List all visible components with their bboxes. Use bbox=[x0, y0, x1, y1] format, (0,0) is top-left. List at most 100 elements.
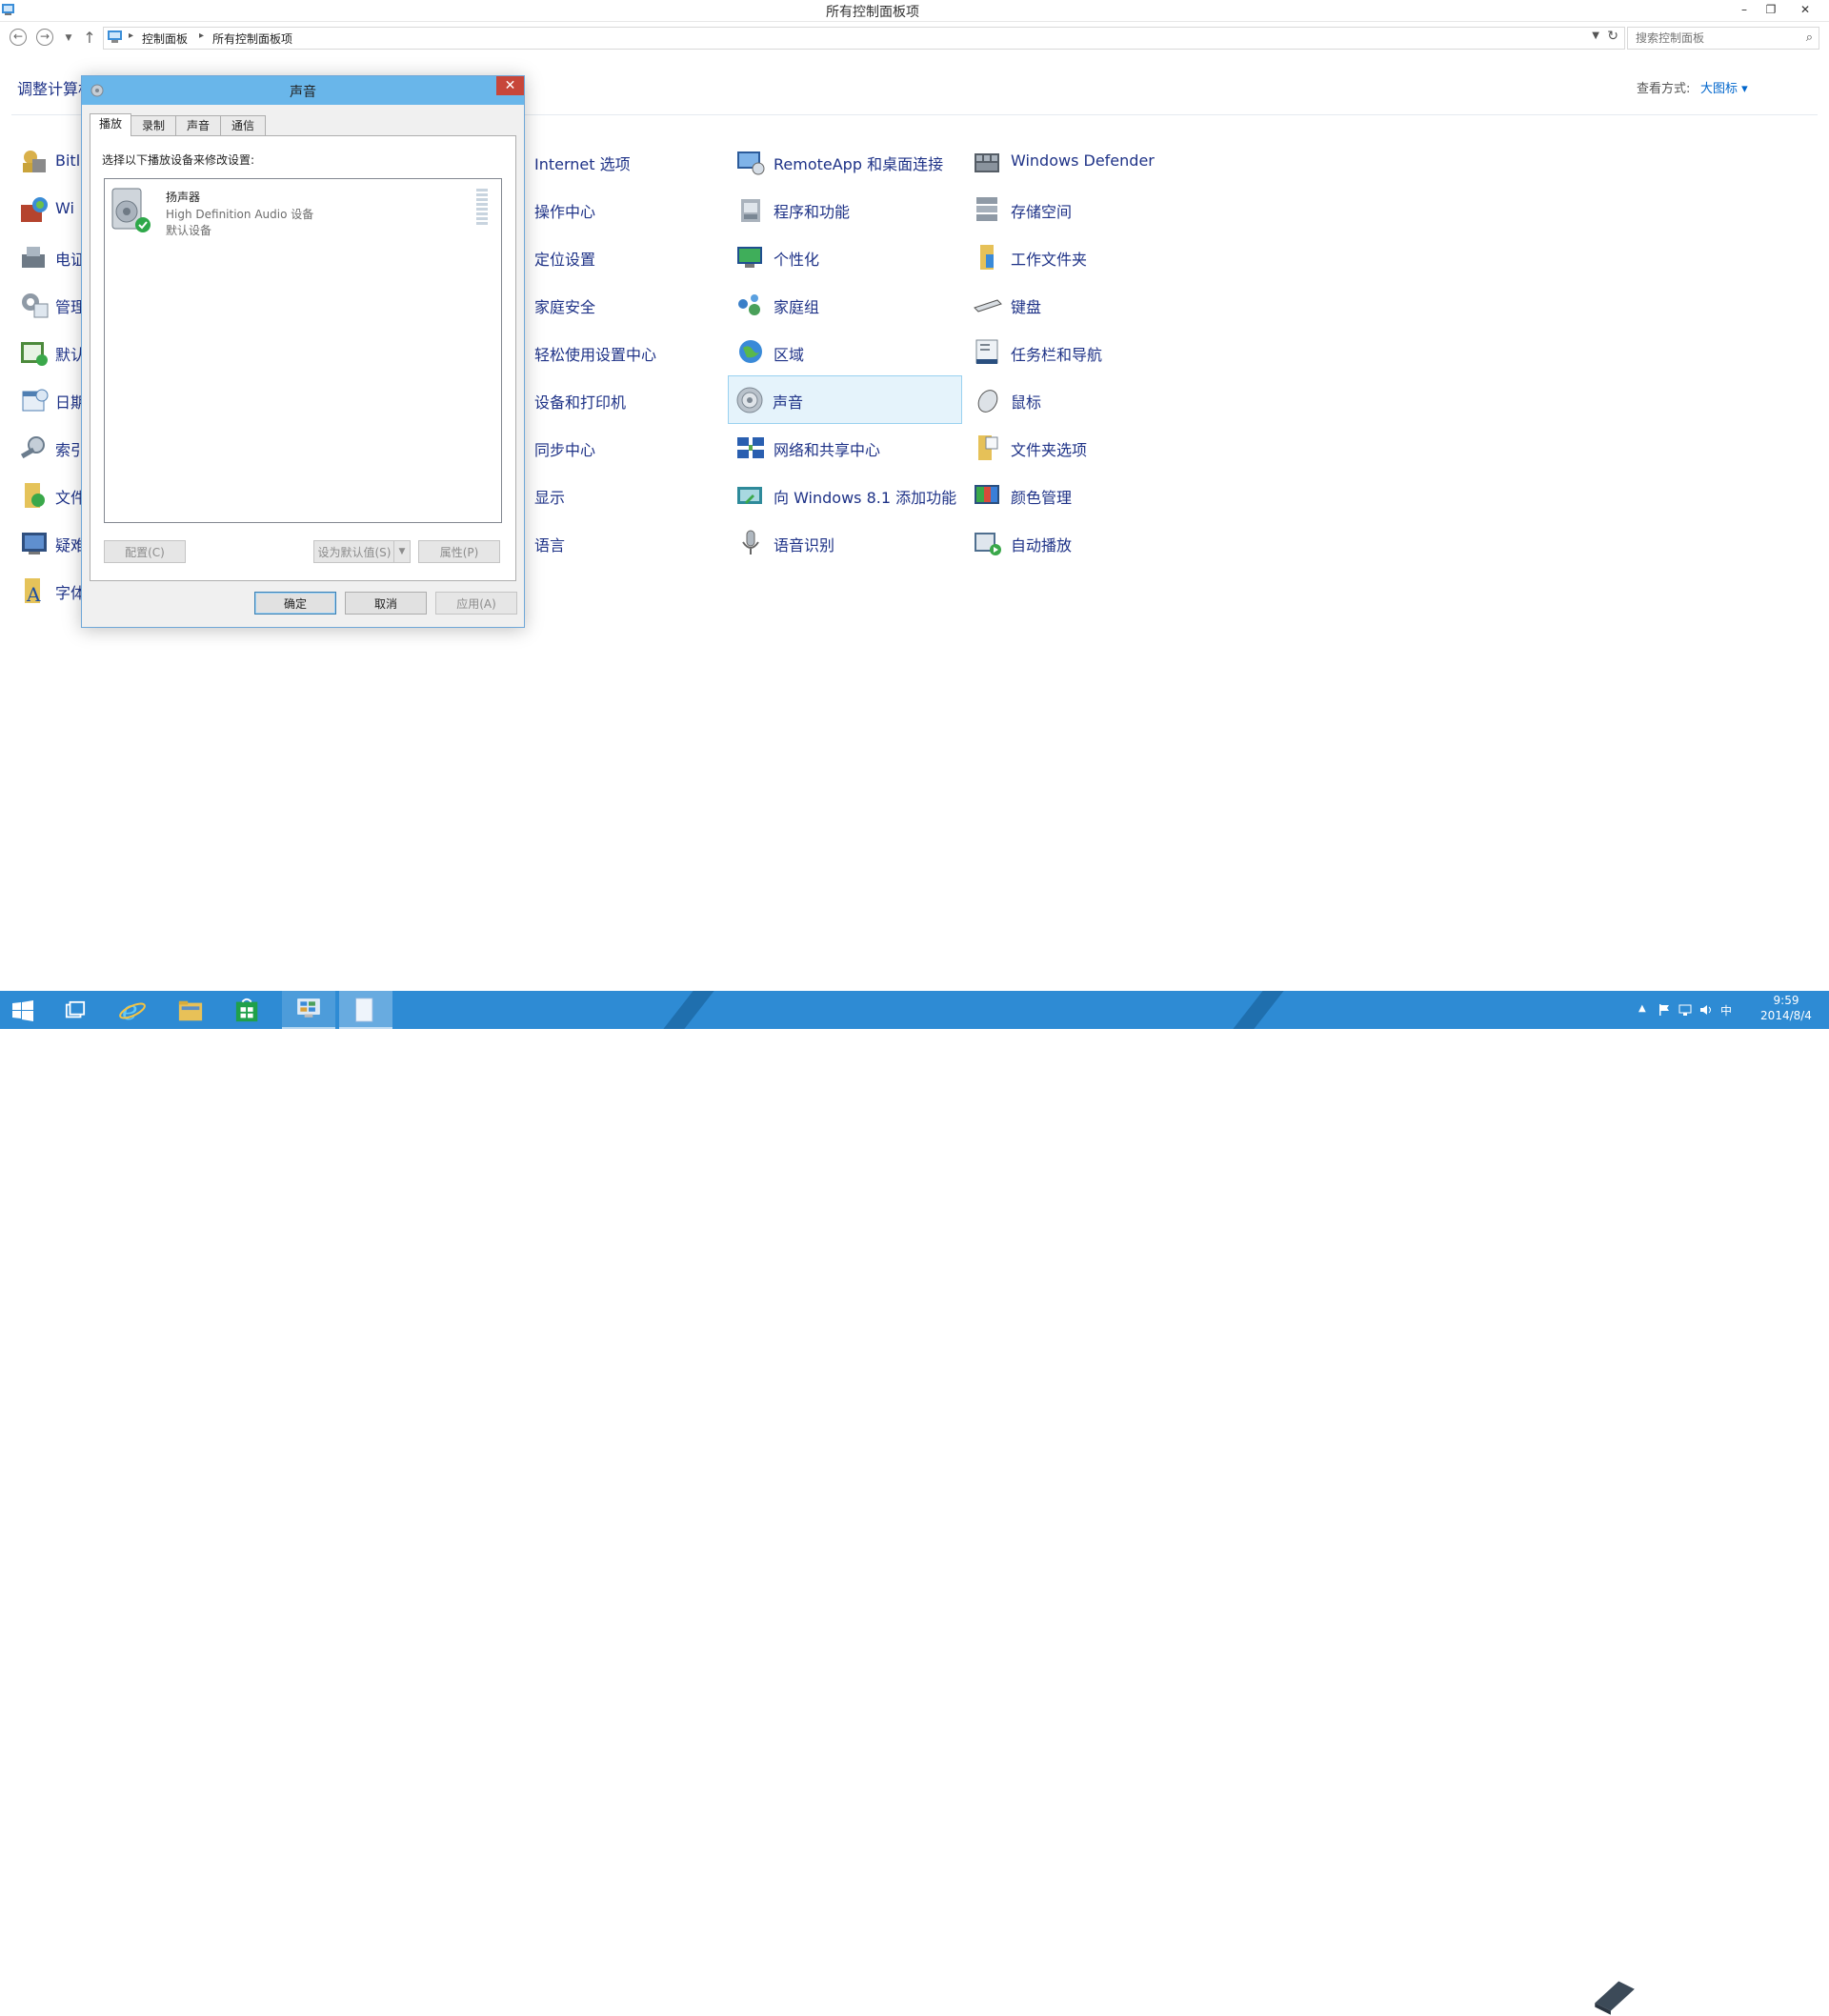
up-button[interactable]: ↑ bbox=[80, 29, 99, 48]
dialog-title-bar[interactable]: 声音 ✕ bbox=[82, 76, 524, 105]
flag-icon[interactable] bbox=[1658, 1003, 1671, 1017]
item-autoplay[interactable]: 自动播放 bbox=[967, 519, 1196, 565]
speaker-device-icon bbox=[111, 188, 151, 232]
taskbar-sound-dialog[interactable] bbox=[339, 991, 392, 1029]
ok-button[interactable]: 确定 bbox=[254, 592, 336, 615]
taskbar-decoration bbox=[1233, 991, 1284, 1029]
task-view-button[interactable] bbox=[50, 991, 103, 1029]
item-work-folders[interactable]: 工作文件夹 bbox=[967, 233, 1196, 279]
network-icon[interactable] bbox=[1678, 1003, 1692, 1017]
item-windows-defender[interactable]: Windows Defender bbox=[967, 138, 1196, 184]
taskbar-control-panel[interactable] bbox=[282, 991, 335, 1029]
control-panel-icon bbox=[108, 30, 122, 43]
taskbar-icon bbox=[975, 339, 998, 364]
item-mouse[interactable]: 鼠标 bbox=[967, 376, 1196, 422]
item-taskbar-navigation[interactable]: 任务栏和导航 bbox=[967, 329, 1196, 374]
breadcrumb-all-items[interactable]: 所有控制面板项 bbox=[212, 30, 292, 47]
item-display[interactable]: 显示 bbox=[492, 472, 721, 517]
search-input[interactable] bbox=[1634, 30, 1799, 46]
address-dropdown-icon[interactable]: ▼ bbox=[1592, 30, 1599, 41]
item-region[interactable]: 区域 bbox=[730, 329, 958, 374]
item-folder-options[interactable]: 文件夹选项 bbox=[967, 424, 1196, 470]
properties-button[interactable]: 属性(P) bbox=[418, 540, 500, 563]
item-label: Wi bbox=[55, 199, 74, 217]
item-action-center[interactable]: 操作中心 bbox=[492, 186, 721, 232]
item-remoteapp[interactable]: RemoteApp 和桌面连接 bbox=[730, 138, 958, 184]
address-bar[interactable]: ▸ 控制面板 ▸ 所有控制面板项 ▼ ↻ bbox=[103, 27, 1625, 50]
cancel-button[interactable]: 取消 bbox=[345, 592, 427, 615]
dialog-close-button[interactable]: ✕ bbox=[496, 76, 524, 95]
recent-locations-dropdown[interactable]: ▼ bbox=[59, 29, 78, 48]
back-button[interactable]: ← bbox=[10, 29, 27, 46]
remoteapp-icon bbox=[737, 151, 765, 175]
start-button[interactable] bbox=[0, 991, 53, 1029]
device-description: High Definition Audio 设备 bbox=[166, 208, 314, 221]
item-family-safety[interactable]: 家庭安全 bbox=[492, 281, 721, 327]
breadcrumb-control-panel[interactable]: 控制面板 bbox=[142, 30, 188, 47]
item-personalization[interactable]: 个性化 bbox=[730, 233, 958, 279]
tab-recording[interactable]: 录制 bbox=[131, 115, 176, 135]
search-box[interactable]: ⌕ bbox=[1627, 27, 1819, 50]
item-network-sharing[interactable]: 网络和共享中心 bbox=[730, 424, 958, 470]
device-list[interactable]: 扬声器 High Definition Audio 设备 默认设备 bbox=[104, 178, 502, 523]
taskbar-store[interactable] bbox=[221, 991, 274, 1029]
minimize-button[interactable]: – bbox=[1732, 0, 1757, 19]
refresh-icon[interactable]: ↻ bbox=[1607, 29, 1618, 44]
firewall-icon bbox=[21, 197, 48, 222]
item-label: 鼠标 bbox=[1011, 393, 1042, 412]
restore-button[interactable]: ❐ bbox=[1759, 0, 1783, 19]
item-ease-of-access[interactable]: 轻松使用设置中心 bbox=[492, 329, 721, 374]
device-name: 扬声器 bbox=[166, 191, 201, 204]
system-tray: ▲ 中 9:59 2014/8/4 bbox=[1635, 991, 1829, 1029]
item-language[interactable]: 语言 bbox=[492, 519, 721, 565]
item-label: 键盘 bbox=[1011, 298, 1042, 316]
item-add-features[interactable]: 向 Windows 8.1 添加功能 bbox=[730, 472, 958, 517]
ime-indicator[interactable]: 中 bbox=[1720, 1002, 1732, 1018]
item-storage-spaces[interactable]: 存储空间 bbox=[967, 186, 1196, 232]
item-speech-recognition[interactable]: 语音识别 bbox=[730, 519, 958, 565]
item-sound[interactable]: 声音 bbox=[728, 375, 962, 424]
svg-text:A: A bbox=[26, 583, 41, 605]
autoplay-icon bbox=[975, 533, 1001, 555]
calendar-icon bbox=[22, 389, 49, 412]
control-panel-window: 所有控制面板项 – ❐ ✕ ← → ▼ ↑ ▸ 控制面板 ▸ 所有控制面板项 ▼… bbox=[0, 0, 1829, 991]
tab-sounds[interactable]: 声音 bbox=[175, 115, 221, 135]
taskbar-internet-explorer[interactable]: e bbox=[107, 991, 160, 1029]
tab-playback[interactable]: 播放 bbox=[90, 113, 131, 136]
item-programs-features[interactable]: 程序和功能 bbox=[730, 186, 958, 232]
set-default-button[interactable]: 设为默认值(S) ▼ bbox=[313, 540, 411, 563]
default-programs-icon bbox=[21, 342, 48, 366]
close-button[interactable]: ✕ bbox=[1793, 0, 1818, 19]
item-label: 定位设置 bbox=[534, 251, 596, 269]
volume-icon[interactable] bbox=[1699, 1003, 1713, 1017]
forward-button[interactable]: → bbox=[36, 29, 53, 46]
item-internet-options[interactable]: Internet 选项 bbox=[492, 138, 721, 184]
admin-tools-icon bbox=[22, 293, 49, 318]
search-icon[interactable]: ⌕ bbox=[1806, 30, 1813, 45]
view-by-label: 查看方式: bbox=[1637, 82, 1691, 96]
control-panel-icon bbox=[297, 998, 320, 1018]
indexing-icon bbox=[20, 436, 45, 459]
up-arrow-icon: ↑ bbox=[83, 29, 96, 47]
device-item-speakers[interactable]: 扬声器 High Definition Audio 设备 默认设备 bbox=[105, 179, 499, 242]
item-label: Bitl bbox=[55, 151, 81, 170]
playback-panel: 选择以下播放设备来修改设置: 扬声器 High Definition Audio… bbox=[90, 135, 516, 581]
clock[interactable]: 9:59 2014/8/4 bbox=[1753, 993, 1819, 1027]
tab-communications[interactable]: 通信 bbox=[220, 115, 266, 135]
view-by-dropdown[interactable]: 大图标 ▾ bbox=[1700, 78, 1748, 96]
item-location-settings[interactable]: 定位设置 bbox=[492, 233, 721, 279]
configure-button[interactable]: 配置(C) bbox=[104, 540, 186, 563]
taskbar-file-explorer[interactable] bbox=[164, 991, 217, 1029]
item-sync-center[interactable]: 同步中心 bbox=[492, 424, 721, 470]
apply-button[interactable]: 应用(A) bbox=[435, 592, 517, 615]
show-hidden-icons[interactable]: ▲ bbox=[1638, 1003, 1646, 1014]
item-label: 工作文件夹 bbox=[1011, 251, 1088, 269]
item-label: 同步中心 bbox=[534, 441, 596, 459]
item-devices-printers[interactable]: 设备和打印机 bbox=[492, 376, 721, 422]
item-color-management[interactable]: 颜色管理 bbox=[967, 472, 1196, 517]
chevron-down-icon[interactable]: ▼ bbox=[393, 541, 410, 562]
item-keyboard[interactable]: 键盘 bbox=[967, 281, 1196, 327]
item-homegroup[interactable]: 家庭组 bbox=[730, 281, 958, 327]
mouse-icon bbox=[977, 390, 998, 413]
item-label: Windows Defender bbox=[1011, 151, 1155, 170]
